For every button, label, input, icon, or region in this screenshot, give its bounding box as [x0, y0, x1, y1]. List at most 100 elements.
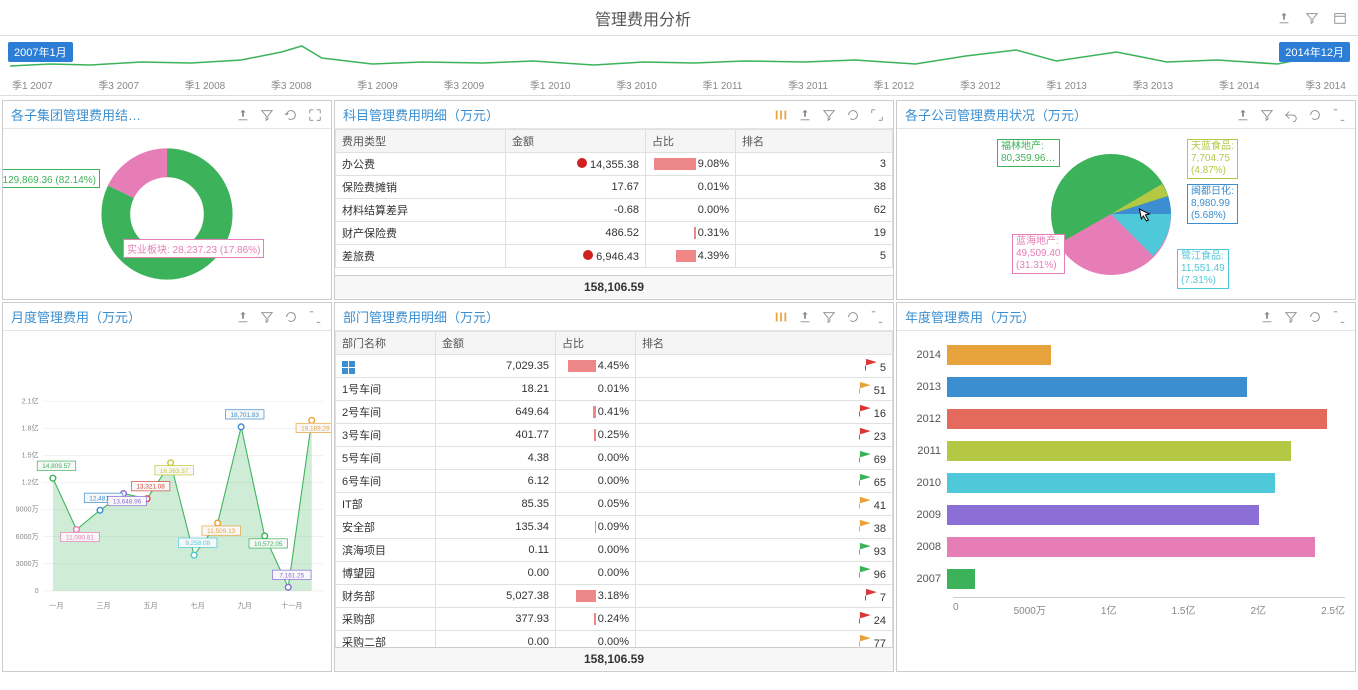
expand-icon[interactable]	[307, 107, 323, 123]
filter-icon[interactable]	[821, 309, 837, 325]
table-row[interactable]: 采购二部0.000.00% 77	[336, 631, 893, 648]
panel-company-status: 各子公司管理费用状况（万元） 福林地产:80,359.96…天蓝	[896, 100, 1356, 300]
svg-text:3000万: 3000万	[16, 560, 39, 568]
bar-row[interactable]: 2008	[907, 533, 1345, 561]
export-icon[interactable]	[235, 107, 251, 123]
refresh-icon[interactable]	[845, 309, 861, 325]
expand-icon[interactable]	[869, 309, 885, 325]
bar-row[interactable]: 2010	[907, 469, 1345, 497]
donut-chart[interactable]: 地产板块: 129,869.36 (82.14%)实业板块: 28,237.23…	[3, 129, 331, 299]
svg-text:18,701.83: 18,701.83	[230, 412, 259, 419]
table-row[interactable]: 安全部135.340.09% 38	[336, 516, 893, 539]
svg-text:一月: 一月	[49, 602, 63, 610]
refresh-icon[interactable]	[845, 107, 861, 123]
undo-icon[interactable]	[1283, 107, 1299, 123]
timeline-end-handle[interactable]: 2014年12月	[1279, 42, 1350, 62]
refresh-icon[interactable]	[1307, 107, 1323, 123]
table-row[interactable]: 采购部377.930.24% 24	[336, 608, 893, 631]
svg-text:2.1亿: 2.1亿	[22, 396, 39, 405]
svg-text:6000万: 6000万	[16, 533, 39, 541]
timeline-tick: 季3 2012	[960, 77, 1001, 92]
subject-sum: 158,106.59	[335, 275, 893, 298]
filter-icon[interactable]	[1259, 107, 1275, 123]
table-row[interactable]: 办公费 14,355.389.08%3	[336, 153, 893, 176]
panel-title: 科目管理费用明细（万元）	[343, 105, 773, 124]
svg-text:三月: 三月	[96, 602, 110, 610]
dept-table[interactable]: 部门名称金额占比排名 7,029.354.45% 51号车间18.210.01%…	[335, 331, 893, 647]
refresh-icon[interactable]	[283, 309, 299, 325]
refresh-icon[interactable]	[1307, 309, 1323, 325]
expand-icon[interactable]	[1331, 107, 1347, 123]
timeline-tick: 季3 2014	[1305, 77, 1346, 92]
table-row[interactable]: 5号车间4.380.00% 69	[336, 447, 893, 470]
monthly-line-chart[interactable]: 2.1亿1.8亿1.5亿1.2亿9000万6000万3000万0一月三月五月七月…	[3, 331, 331, 671]
svg-text:11,509.13: 11,509.13	[207, 528, 235, 535]
table-row[interactable]: IT部85.350.05% 41	[336, 493, 893, 516]
filter-icon[interactable]	[1304, 10, 1320, 26]
bar-row[interactable]: 2007	[907, 565, 1345, 593]
columns-icon[interactable]	[773, 107, 789, 123]
table-row[interactable]: 1号车间18.210.01% 51	[336, 378, 893, 401]
table-row[interactable]: 3号车间401.770.25% 23	[336, 424, 893, 447]
expand-icon[interactable]	[869, 107, 885, 123]
bar-row[interactable]: 2013	[907, 373, 1345, 401]
donut-label: 实业板块: 28,237.23 (17.86%)	[123, 239, 264, 258]
table-row[interactable]: 差旅费 6,946.434.39%5	[336, 245, 893, 268]
bar-row[interactable]: 2014	[907, 341, 1345, 369]
table-row[interactable]: 博望园0.000.00% 96	[336, 562, 893, 585]
export-icon[interactable]	[1235, 107, 1251, 123]
bar-row[interactable]: 2009	[907, 501, 1345, 529]
export-icon[interactable]	[1276, 10, 1292, 26]
dept-sum: 158,106.59	[335, 647, 893, 670]
export-icon[interactable]	[1259, 309, 1275, 325]
svg-text:7,161.25: 7,161.25	[279, 572, 304, 579]
timeline-tick: 季1 2014	[1219, 77, 1260, 92]
filter-icon[interactable]	[259, 309, 275, 325]
timeline-tick: 季1 2012	[874, 77, 915, 92]
table-row[interactable]: 财务部5,027.383.18% 7	[336, 585, 893, 608]
timeline-tick: 季1 2010	[530, 77, 571, 92]
export-icon[interactable]	[235, 309, 251, 325]
svg-text:9,258.08: 9,258.08	[185, 540, 210, 547]
filter-icon[interactable]	[821, 107, 837, 123]
expand-icon[interactable]	[1331, 309, 1347, 325]
panel-subject-detail: 科目管理费用明细（万元） 费用类型金额占比排名 办公费 14,355.389.0…	[334, 100, 894, 300]
expand-icon[interactable]	[307, 309, 323, 325]
svg-text:11,090.81: 11,090.81	[66, 535, 94, 542]
bar-row[interactable]: 2012	[907, 405, 1345, 433]
table-row[interactable]: 保险费摊销17.670.01%38	[336, 176, 893, 199]
columns-icon[interactable]	[773, 309, 789, 325]
timeline-tick: 季3 2010	[616, 77, 657, 92]
page-title: 管理费用分析	[10, 6, 1276, 30]
timeline-sparkline: 季1 2007季3 2007季1 2008季3 2008季1 2009季3 20…	[10, 44, 1348, 84]
timeline-selector[interactable]: 2007年1月 2014年12月 季1 2007季3 2007季1 2008季3…	[0, 36, 1358, 96]
company-pie-chart[interactable]: 福林地产:80,359.96…天蓝食品:7,704.75(4.87%)闽都日化:…	[897, 129, 1355, 299]
svg-text:13,321.08: 13,321.08	[136, 484, 165, 491]
filter-icon[interactable]	[1283, 309, 1299, 325]
export-icon[interactable]	[797, 107, 813, 123]
panel-title: 年度管理费用（万元）	[905, 307, 1259, 326]
timeline-tick: 季1 2008	[185, 77, 226, 92]
panel-yearly: 年度管理费用（万元） 2014 2013 2012 2011 2010 2009 2008 2…	[896, 302, 1356, 672]
bar-row[interactable]: 2011	[907, 437, 1345, 465]
filter-icon[interactable]	[259, 107, 275, 123]
svg-text:七月: 七月	[191, 601, 205, 610]
svg-text:16,363.37: 16,363.37	[160, 468, 189, 475]
refresh-icon[interactable]	[283, 107, 299, 123]
timeline-tick: 季3 2008	[271, 77, 312, 92]
header-toolbar	[1276, 10, 1348, 26]
table-row[interactable]: 滨海项目0.110.00% 93	[336, 539, 893, 562]
panel-monthly: 月度管理费用（万元） 2.1亿1.8亿1.5亿1.2亿9000万6000万300…	[2, 302, 332, 672]
timeline-tick: 季1 2007	[12, 77, 53, 92]
table-row[interactable]: 财产保险费486.520.31%19	[336, 222, 893, 245]
table-row[interactable]: 材料结算差异-0.680.00%62	[336, 199, 893, 222]
table-row[interactable]: 6号车间6.120.00% 65	[336, 470, 893, 493]
table-row[interactable]: 2号车间649.640.41% 16	[336, 401, 893, 424]
subject-table[interactable]: 费用类型金额占比排名 办公费 14,355.389.08%3保险费摊销17.67…	[335, 129, 893, 268]
table-row[interactable]: 7,029.354.45% 5	[336, 355, 893, 378]
calendar-icon[interactable]	[1332, 10, 1348, 26]
timeline-start-handle[interactable]: 2007年1月	[8, 42, 73, 62]
yearly-bar-chart[interactable]: 20142013201220112010200920082007 05000万1…	[897, 331, 1355, 671]
panel-title: 部门管理费用明细（万元）	[343, 307, 773, 326]
export-icon[interactable]	[797, 309, 813, 325]
